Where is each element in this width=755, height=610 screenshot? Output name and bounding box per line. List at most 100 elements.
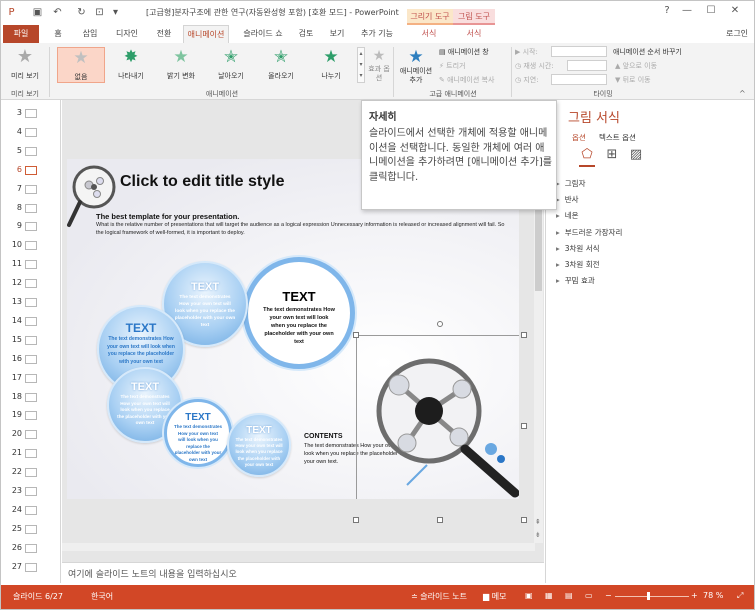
tab-review[interactable]: 검토 xyxy=(293,25,319,43)
pane-tab-text-options[interactable]: 텍스트 옵션 xyxy=(599,132,636,143)
close-button[interactable]: ✕ xyxy=(725,5,745,19)
horizontal-scrollbar[interactable] xyxy=(62,543,535,551)
slide-thumbnail[interactable]: 8 xyxy=(1,202,43,217)
slide-thumbnail[interactable]: 11 xyxy=(1,258,43,273)
resize-handle[interactable] xyxy=(353,517,359,523)
slide-thumbnail[interactable]: 10 xyxy=(1,239,43,254)
slide-thumbnail[interactable]: 20 xyxy=(1,428,43,443)
zoom-in-icon[interactable]: + xyxy=(691,591,698,600)
gallery-scroll[interactable]: ▴ ▾ ▾ xyxy=(357,47,365,83)
help-button[interactable]: ? xyxy=(657,5,677,19)
animation-fade[interactable]: ★ 밝기 변화 xyxy=(157,47,205,83)
resize-handle[interactable] xyxy=(521,332,527,338)
tab-file[interactable]: 파일 xyxy=(3,25,39,43)
slide-sorter-icon[interactable]: ▦ xyxy=(545,591,553,600)
slide-thumbnail[interactable]: 14 xyxy=(1,315,43,330)
tab-addins[interactable]: 추가 기능 xyxy=(355,25,399,43)
rotate-handle[interactable] xyxy=(437,321,443,327)
tab-design[interactable]: 디자인 xyxy=(109,25,145,43)
format-section[interactable]: ▸ 네온 xyxy=(556,210,579,221)
zoom-slider[interactable] xyxy=(615,596,689,597)
animation-none[interactable]: ★ 없음 xyxy=(57,47,105,83)
start-select[interactable] xyxy=(551,46,607,57)
animation-float-in[interactable]: ✭ 올라오기 xyxy=(257,47,305,83)
pane-tab-options[interactable]: 옵션 xyxy=(572,132,586,143)
slide-thumbnail[interactable]: 9 xyxy=(1,220,43,235)
format-section[interactable]: ▸ 꾸밈 효과 xyxy=(556,275,595,286)
slide-thumbnail[interactable]: 12 xyxy=(1,277,43,292)
move-later-button[interactable]: ▼ 뒤로 이동 xyxy=(615,75,651,85)
comments-toggle[interactable]: ▆ 메모 xyxy=(483,591,506,602)
slide-subtitle[interactable]: The best template for your presentation. xyxy=(96,212,239,221)
language-indicator[interactable]: 한국어 xyxy=(91,591,113,602)
tab-view[interactable]: 보기 xyxy=(323,25,351,43)
slide-thumbnail[interactable]: 6 xyxy=(1,164,43,179)
notes-toggle[interactable]: ≐ 슬라이드 노트 xyxy=(411,591,467,602)
prev-slide-icon[interactable]: ⇞ xyxy=(535,518,541,526)
slide-thumbnail[interactable]: 27 xyxy=(1,561,43,576)
slide-thumbnail[interactable]: 22 xyxy=(1,466,43,481)
tab-home[interactable]: 홈 xyxy=(45,25,71,43)
signin-link[interactable]: 로그인 xyxy=(721,25,753,43)
undo-icon[interactable]: ↶ xyxy=(51,6,64,19)
format-section[interactable]: ▸ 반사 xyxy=(556,194,579,205)
slide-thumbnail[interactable]: 16 xyxy=(1,353,43,368)
slide-thumbnail[interactable]: 13 xyxy=(1,296,43,311)
trigger-button[interactable]: ⚡ 트리거 xyxy=(439,61,465,71)
animation-split[interactable]: ★ 나누기 xyxy=(307,47,355,83)
resize-handle[interactable] xyxy=(521,517,527,523)
notes-placeholder[interactable]: 여기에 슬라이드 노트의 내용을 입력하십시오 xyxy=(68,567,237,580)
tab-transitions[interactable]: 전환 xyxy=(149,25,179,43)
slide-thumbnail[interactable]: 15 xyxy=(1,334,43,349)
animation-fly-in[interactable]: ✭ 날아오기 xyxy=(207,47,255,83)
text-circle[interactable]: TEXT The text demonstrates How your own … xyxy=(227,413,291,477)
tab-picture-format[interactable]: 서식 xyxy=(457,25,491,43)
slide-canvas[interactable]: Click to edit title style The best templ… xyxy=(67,159,519,499)
slide-thumbnail[interactable]: 4 xyxy=(1,126,43,141)
slide-thumbnail[interactable]: 7 xyxy=(1,183,43,198)
tab-drawing-format[interactable]: 서식 xyxy=(411,25,447,43)
tab-insert[interactable]: 삽입 xyxy=(75,25,105,43)
slide-thumbnail[interactable]: 24 xyxy=(1,504,43,519)
slideshow-view-icon[interactable]: ▭ xyxy=(585,591,593,600)
slide-description[interactable]: What is the relative number of presentat… xyxy=(96,221,506,237)
animation-appear[interactable]: ✸ 나타내기 xyxy=(107,47,155,83)
next-slide-icon[interactable]: ⇟ xyxy=(535,531,541,539)
normal-view-icon[interactable]: ▣ xyxy=(525,591,533,600)
slide-title[interactable]: Click to edit title style xyxy=(120,173,284,191)
preview-button[interactable]: ★ 미리 보기 xyxy=(5,47,45,87)
effects-pentagon-icon[interactable]: ⬠ xyxy=(579,147,595,163)
format-section[interactable]: ▸ 3차원 서식 xyxy=(556,243,600,254)
delay-input[interactable] xyxy=(551,74,607,85)
resize-handle[interactable] xyxy=(353,332,359,338)
format-section[interactable]: ▸ 부드러운 가장자리 xyxy=(556,227,622,238)
contents-heading[interactable]: CONTENTS xyxy=(304,433,343,440)
zoom-out-icon[interactable]: − xyxy=(605,591,612,600)
text-circle[interactable]: TEXT The text demonstrates How your own … xyxy=(243,257,355,369)
minimize-button[interactable]: — xyxy=(677,5,697,19)
duration-input[interactable] xyxy=(567,60,607,71)
format-section[interactable]: ▸ 3차원 회전 xyxy=(556,259,600,270)
slide-thumbnail[interactable]: 25 xyxy=(1,523,43,538)
maximize-button[interactable]: ☐ xyxy=(701,5,721,19)
animation-pane-button[interactable]: ▤ 애니메이션 창 xyxy=(439,47,489,57)
format-section[interactable]: ▸ 그림자 xyxy=(556,178,585,189)
reading-view-icon[interactable]: ▤ xyxy=(565,591,573,600)
picture-icon[interactable]: ▨ xyxy=(628,147,644,163)
start-slideshow-icon[interactable]: ⊡ xyxy=(93,6,106,19)
effect-options-button[interactable]: ★ 효과 옵션 xyxy=(367,47,391,87)
zoom-slider-thumb[interactable] xyxy=(647,592,650,600)
text-circle[interactable]: TEXT The text demonstrates How your own … xyxy=(164,399,232,467)
size-properties-icon[interactable]: ⊞ xyxy=(604,147,620,163)
slide-thumbnail[interactable]: 26 xyxy=(1,542,43,557)
slide-thumbnail[interactable]: 17 xyxy=(1,372,43,387)
slide-thumbnail[interactable]: 18 xyxy=(1,391,43,406)
slide-thumbnail[interactable]: 19 xyxy=(1,409,43,424)
slide-thumbnail[interactable]: 3 xyxy=(1,107,43,122)
slide-thumbnail[interactable]: 5 xyxy=(1,145,43,160)
animation-painter-button[interactable]: ✎ 애니메이션 복사 xyxy=(439,75,494,85)
resize-handle[interactable] xyxy=(521,423,527,429)
add-animation-button[interactable]: ★ 애니메이션 추가 xyxy=(397,47,435,87)
fit-slide-icon[interactable]: ⤢ xyxy=(737,591,743,601)
slide-thumbnail[interactable]: 23 xyxy=(1,485,43,500)
